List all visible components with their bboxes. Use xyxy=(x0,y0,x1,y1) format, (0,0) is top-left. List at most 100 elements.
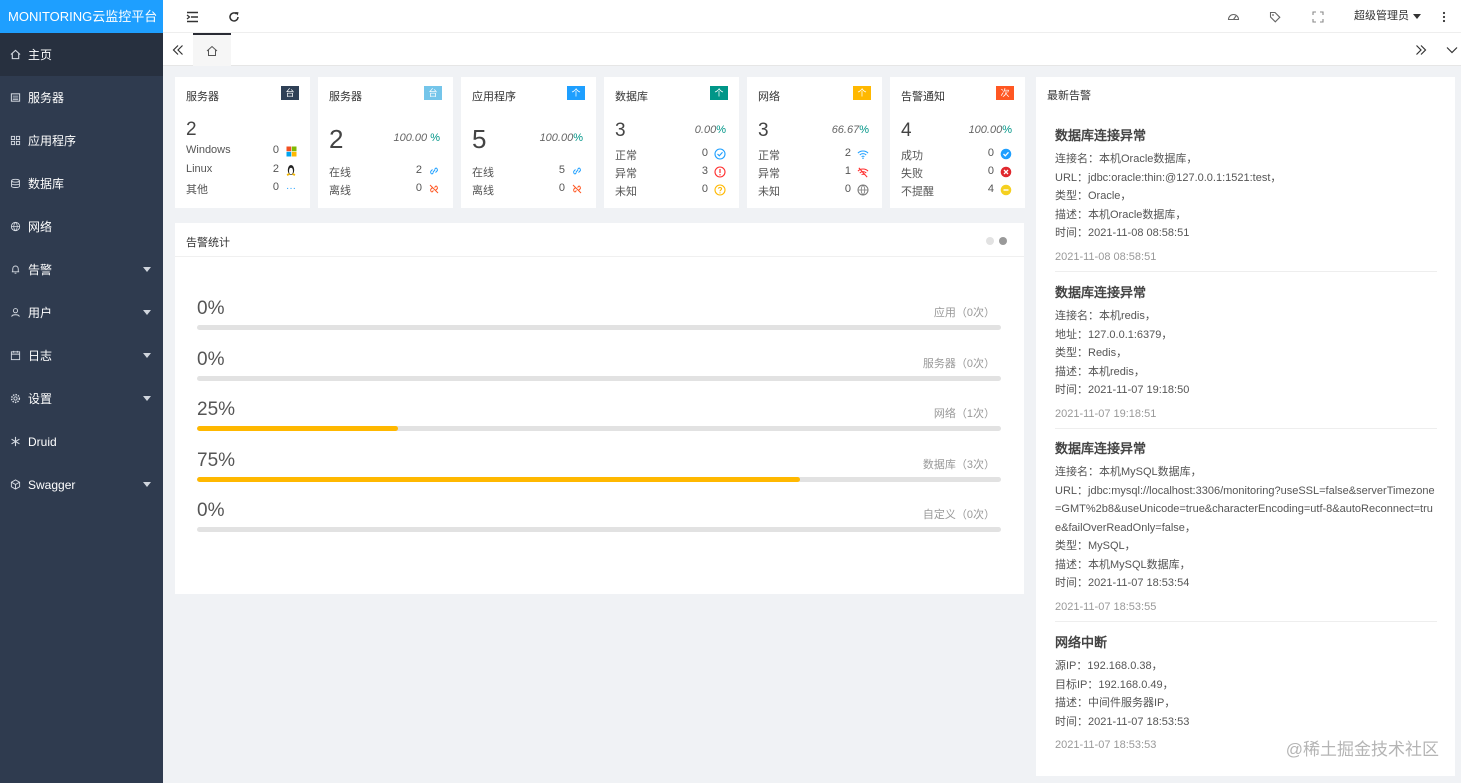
row-value: 0 xyxy=(844,183,851,195)
card-count: 2 xyxy=(329,124,344,154)
progress-label: 网络（1次） xyxy=(933,408,995,420)
alert-detail: 时间：2021-11-07 19:18:50 xyxy=(1055,384,1190,396)
card-server-status[interactable]: 服务器 台 2 100.00 % 在线 2 离线 0 xyxy=(318,77,453,208)
sidebar-menu: 主页 服务器 应用程序 数据库 网络 告警 用户 日志 设置 Druid Swa… xyxy=(0,33,163,506)
row-value: 2 xyxy=(415,164,422,176)
card-percent: 100.00% xyxy=(969,124,1012,136)
card-apps[interactable]: 应用程序 个 5 100.00% 在线 5 离线 0 xyxy=(461,77,596,208)
sidebar-item-database[interactable]: 数据库 xyxy=(0,162,163,205)
row-value: 0 xyxy=(558,182,565,194)
progress-track xyxy=(197,325,1001,330)
sidebar-item-label: 用户 xyxy=(28,306,53,320)
caret-down-icon xyxy=(143,396,151,401)
more-button[interactable] xyxy=(1435,0,1453,33)
row-label: 正常 xyxy=(615,150,637,162)
globe-icon xyxy=(857,184,869,196)
card-title: 服务器 xyxy=(186,91,219,103)
alert-detail: 类型：Oracle， xyxy=(1055,190,1132,202)
card-row: 未知 0 xyxy=(758,183,869,199)
alert-detail: 时间：2021-11-07 18:53:53 xyxy=(1055,715,1190,728)
gear-icon xyxy=(9,393,21,405)
row-value: 0 xyxy=(415,182,422,194)
sidebar-item-apps[interactable]: 应用程序 xyxy=(0,119,163,162)
alert-title: 数据库连接异常 xyxy=(1055,441,1147,456)
alert-title: 网络中断 xyxy=(1055,635,1108,650)
sidebar-item-logs[interactable]: 日志 xyxy=(0,334,163,377)
sidebar-item-settings[interactable]: 设置 xyxy=(0,377,163,420)
sidebar-item-servers[interactable]: 服务器 xyxy=(0,76,163,119)
log-icon xyxy=(9,350,21,362)
sidebar-item-druid[interactable]: Druid xyxy=(0,420,163,463)
row-label: 不提醒 xyxy=(901,186,934,198)
alert-item[interactable]: 数据库连接异常 连接名：本机MySQL数据库， URL：jdbc:mysql:/… xyxy=(1055,438,1437,622)
menu-toggle-button[interactable] xyxy=(181,0,203,33)
tab-scroll-right-button[interactable] xyxy=(1412,33,1430,66)
sidebar-item-network[interactable]: 网络 xyxy=(0,205,163,248)
sidebar-item-label: 设置 xyxy=(28,392,53,406)
linux-icon xyxy=(285,164,297,176)
alert-detail: 描述：本机Oracle数据库， xyxy=(1055,208,1187,221)
row-label: 成功 xyxy=(901,150,923,162)
app-title[interactable]: MONITORING云监控平台 xyxy=(0,0,163,33)
alert-detail: 类型：Redis， xyxy=(1055,347,1128,359)
windows-icon xyxy=(285,145,297,157)
card-title: 应用程序 xyxy=(472,91,516,103)
network-icon xyxy=(9,221,21,233)
caret-down-icon xyxy=(143,353,151,358)
percent-value: 100.00 xyxy=(968,124,1003,136)
progress-value: 0% xyxy=(197,349,225,370)
card-alert-notify[interactable]: 告警通知 次 4 100.00% 成功 0 失败 0 不提醒 4 xyxy=(890,77,1025,208)
progress-label: 服务器（0次） xyxy=(922,358,995,370)
tab-scroll-left-button[interactable] xyxy=(169,33,187,66)
card-row: 其他 0 ··· xyxy=(186,181,297,197)
sidebar-item-alerts[interactable]: 告警 xyxy=(0,248,163,291)
sidebar-item-label: 日志 xyxy=(28,349,53,363)
sidebar-item-home[interactable]: 主页 xyxy=(0,33,163,76)
bell-icon xyxy=(9,264,21,276)
check-circle-icon xyxy=(714,148,726,160)
carousel-indicator xyxy=(986,237,1007,245)
card-database[interactable]: 数据库 个 3 0.00% 正常 0 异常 3 未知 0 xyxy=(604,77,739,208)
card-count: 2 xyxy=(186,119,197,140)
card-server-os[interactable]: 服务器 台 2 Windows 0 Linux 2 其他 0 ··· xyxy=(175,77,310,208)
row-value: 0 xyxy=(272,144,279,156)
panel-title: 最新告警 xyxy=(1047,90,1091,102)
alert-title: 数据库连接异常 xyxy=(1055,128,1147,143)
user-menu[interactable]: 超级管理员 xyxy=(1354,0,1421,33)
row-label: 失败 xyxy=(901,168,923,180)
sidebar-item-users[interactable]: 用户 xyxy=(0,291,163,334)
tag-button[interactable] xyxy=(1264,0,1286,33)
alert-detail: URL：jdbc:mysql://localhost:3306/monitori… xyxy=(1055,484,1435,534)
theme-button[interactable] xyxy=(1222,0,1244,33)
alert-item[interactable]: 数据库连接异常 连接名：本机redis， 地址：127.0.0.1:6379， … xyxy=(1055,282,1437,429)
row-label: 在线 xyxy=(472,167,494,179)
wifi-icon xyxy=(857,148,869,160)
card-row: Windows 0 xyxy=(186,144,297,160)
link-icon xyxy=(428,165,440,177)
sidebar: MONITORING云监控平台 主页 服务器 应用程序 数据库 网络 告警 用户… xyxy=(0,0,163,783)
carousel-dot[interactable] xyxy=(986,237,994,245)
progress-fill xyxy=(197,477,800,482)
progress-label: 自定义（0次） xyxy=(922,509,995,521)
card-count: 3 xyxy=(615,120,626,141)
alert-time: 2021-11-08 08:58:51 xyxy=(1055,250,1157,263)
tag-icon xyxy=(1269,11,1281,23)
app-icon xyxy=(9,135,21,147)
card-row: 离线 0 xyxy=(472,182,583,198)
row-value: 0 xyxy=(701,147,708,159)
card-row: 正常 2 xyxy=(758,147,869,163)
card-network[interactable]: 网络 个 3 66.67% 正常 2 异常 1 未知 0 xyxy=(747,77,882,208)
progress-database: 75% 数据库（3次） xyxy=(197,450,1001,490)
fullscreen-button[interactable] xyxy=(1307,0,1329,33)
card-badge: 个 xyxy=(853,86,871,100)
carousel-dot-active[interactable] xyxy=(999,237,1007,245)
alert-detail: 类型：MySQL， xyxy=(1055,540,1136,552)
alert-statistics-panel: 告警统计 0% 应用（0次） 0% 服务器（0次） 25% 网络（1次） 75%… xyxy=(175,223,1024,594)
refresh-button[interactable] xyxy=(223,0,245,33)
tab-menu-button[interactable] xyxy=(1443,33,1461,66)
sidebar-item-swagger[interactable]: Swagger xyxy=(0,463,163,506)
alert-item[interactable]: 数据库连接异常 连接名：本机Oracle数据库， URL：jdbc:oracle… xyxy=(1055,125,1437,272)
tab-home[interactable] xyxy=(193,33,231,66)
sidebar-item-label: 数据库 xyxy=(28,177,65,191)
percent-sign: % xyxy=(1002,124,1012,136)
